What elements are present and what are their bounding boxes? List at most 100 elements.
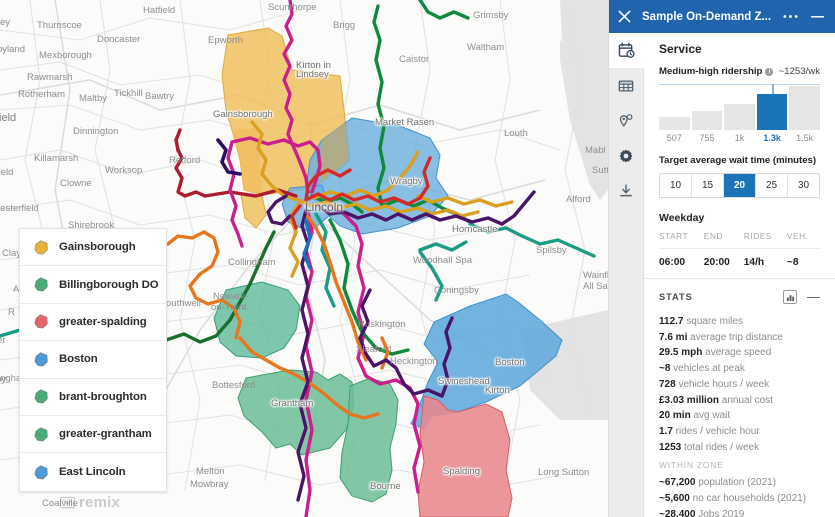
weekday-title: Weekday [659, 212, 705, 224]
remix-wordmark: remix [79, 494, 121, 511]
ridership-label: Medium-high ridership [659, 66, 763, 77]
weekday-column-header: RIDES [743, 231, 787, 249]
stats-subheading: WITHIN ZONE [659, 460, 724, 471]
histogram-bar[interactable] [724, 104, 755, 130]
legend-zone-swatch-icon [33, 388, 50, 405]
stat-line: 20 min avg wait [659, 408, 820, 424]
info-icon[interactable]: i [765, 67, 774, 76]
rail-item-settings[interactable] [609, 138, 644, 173]
stats-title: STATS [659, 292, 693, 302]
stat-line: 1.7 rides / vehicle hour [659, 424, 820, 440]
histogram-bar-label: 507 [666, 133, 682, 143]
stat-unit: square miles [683, 316, 743, 327]
table-icon [618, 79, 634, 92]
stat-value: ~67,200 [659, 477, 696, 489]
stat-line: £3.03 million annual cost [659, 393, 820, 409]
legend-item-label: greater-spalding [59, 315, 147, 328]
stat-unit: total rides / week [681, 441, 760, 453]
weekday-table: START END RIDES VEH. 06:00 20:00 14/h ~8 [659, 231, 820, 277]
stat-unit: annual cost [719, 394, 773, 406]
stat-line: ~28,400 Jobs 2019 [659, 507, 820, 517]
legend-zone-swatch-icon [33, 239, 50, 256]
stats-header: STATS — [644, 279, 835, 314]
histogram-bar-label: 1k [734, 133, 745, 143]
legend-zone-swatch-icon [33, 276, 50, 293]
minimize-icon[interactable] [811, 15, 824, 18]
wait-option-10[interactable]: 10 [660, 174, 692, 197]
histogram-bar-label: 1.5k [796, 133, 814, 143]
ridership-header: Medium-high ridership i ~1253/wk [659, 66, 820, 77]
weekday-cell: 14/h [743, 257, 765, 268]
panel-content: Service Medium-high ridership i ~1253/wk [644, 33, 835, 517]
more-icon[interactable] [783, 14, 798, 19]
rail-item-places[interactable] [609, 103, 644, 138]
map-pins-icon [619, 113, 633, 127]
close-icon[interactable] [618, 10, 631, 23]
service-section: Service Medium-high ridership i ~1253/wk [644, 33, 835, 277]
legend-item[interactable]: brant-broughton [20, 379, 166, 416]
legend-item[interactable]: greater-spalding [20, 304, 166, 342]
ridership-histogram[interactable] [659, 84, 820, 130]
stat-value: 7.6 mi [659, 331, 688, 343]
stat-value: 20 min [659, 410, 691, 422]
rail-item-service[interactable] [608, 33, 644, 68]
histogram-bars [659, 84, 820, 130]
remix-logo-icon [60, 496, 75, 509]
stat-value: 728 [659, 378, 676, 390]
stat-line: ~5,600 no car households (2021) [659, 491, 820, 507]
stat-line: 29.5 mph average speed [659, 345, 820, 361]
stat-value: ~5,600 [659, 493, 690, 505]
stat-unit: vehicle hours / week [675, 378, 770, 390]
rail-item-download[interactable] [609, 173, 644, 208]
histogram-bar[interactable] [659, 117, 690, 130]
histogram-bar[interactable] [691, 111, 723, 130]
legend-zone-swatch-icon [33, 464, 50, 481]
legend-zone-swatch-icon [33, 426, 50, 443]
legend-zone-swatch-icon [33, 351, 50, 368]
legend-item-label: greater-grantham [59, 428, 152, 441]
stat-line: ~8 vehicles at peak [659, 361, 820, 377]
legend-item[interactable]: East Lincoln [20, 453, 166, 490]
bar-chart-icon[interactable] [783, 290, 797, 304]
section-heading: Service [659, 42, 702, 56]
legend-item-label: brant-broughton [59, 390, 147, 403]
stat-value: 112.7 [659, 316, 684, 327]
weekday-column-header: END [703, 231, 744, 249]
weekday-column-header: START [659, 231, 704, 249]
map-legend[interactable]: Gainsborough Billingborough DO greater-spa… [19, 228, 167, 492]
legend-item[interactable]: Billingborough DO [20, 266, 166, 304]
legend-item[interactable]: greater-grantham [20, 416, 166, 454]
weekday-row: 06:00 20:00 14/h ~8 [659, 249, 820, 278]
histogram-bar-label: 1.3k [763, 133, 781, 143]
wait-option-25[interactable]: 25 [756, 174, 788, 197]
weekday-header-row: START END RIDES VEH. [659, 231, 820, 249]
wait-option-20[interactable]: 20 [724, 174, 756, 197]
histogram-bar[interactable] [756, 94, 788, 130]
stat-unit: average trip distance [687, 331, 783, 343]
stat-line: 1253 total rides / week [659, 440, 820, 456]
weekday-cell: 06:00 [659, 257, 686, 268]
service-calendar-icon [618, 42, 635, 58]
stats-list: 112.7 square miles 7.6 mi average trip di… [644, 314, 835, 517]
stat-value: 29.5 mph [659, 347, 703, 359]
stat-unit: average speed [702, 347, 772, 359]
panel-body: Service Medium-high ridership i ~1253/wk [608, 33, 835, 517]
wait-time-selector[interactable]: 10 15 20 25 30 [659, 173, 820, 198]
histogram-bar[interactable] [789, 86, 820, 130]
wait-option-15[interactable]: 15 [692, 174, 724, 197]
wait-label-row: Target average wait time (minutes) [659, 155, 820, 166]
download-icon [620, 184, 632, 196]
stats-minimize-icon[interactable]: — [807, 290, 820, 303]
wait-option-30[interactable]: 30 [788, 174, 819, 197]
gear-icon [619, 149, 633, 162]
legend-item[interactable]: Gainsborough [20, 229, 166, 267]
weekday-column-header: VEH. [786, 231, 820, 249]
legend-item[interactable]: Boston [20, 341, 166, 379]
panel-rail [608, 33, 644, 517]
stat-value: £3.03 million [659, 394, 720, 406]
rail-item-table[interactable] [609, 68, 644, 103]
stat-line: ~67,200 population (2021) [659, 475, 820, 491]
stat-value: 1.7 [659, 425, 673, 437]
legend-zone-swatch-icon [33, 313, 50, 330]
stat-line: 7.6 mi average trip distance [659, 330, 820, 346]
